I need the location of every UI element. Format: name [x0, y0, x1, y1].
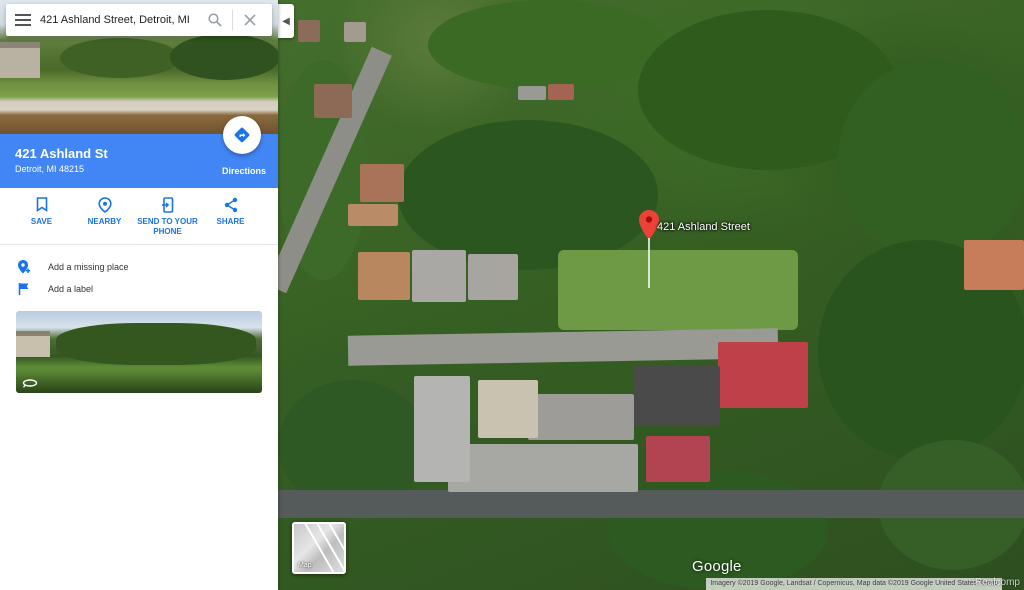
- house-roof: [718, 342, 808, 408]
- directions-label[interactable]: Directions: [222, 166, 266, 176]
- street-view-360-icon: [22, 379, 38, 388]
- building-roof: [528, 394, 634, 440]
- house-roof: [314, 84, 352, 118]
- directions-button[interactable]: [223, 116, 261, 154]
- bookmark-icon: [10, 197, 73, 213]
- house-roof: [358, 252, 410, 300]
- nearby-button[interactable]: NEARBY: [73, 188, 136, 244]
- house-roof: [298, 20, 320, 42]
- house-roof: [518, 86, 546, 100]
- nearby-label: NEARBY: [87, 217, 122, 226]
- street-view-thumbnail[interactable]: [16, 311, 262, 393]
- send-to-phone-button[interactable]: SEND TO YOUR PHONE: [136, 188, 199, 244]
- tree-canopy: [398, 120, 658, 270]
- close-icon[interactable]: [233, 4, 267, 36]
- satellite-map[interactable]: 421 Ashland Street ◀ Map Google Imagery …: [278, 0, 1024, 590]
- directions-icon: [234, 127, 250, 143]
- house-roof: [646, 436, 710, 482]
- realcomp-watermark: Realcomp: [974, 577, 1020, 588]
- add-label-label: Add a label: [48, 284, 94, 294]
- place-panel: 421 Ashland St Detroit, MI 48215 Directi…: [0, 0, 278, 590]
- nearby-icon: [73, 197, 136, 213]
- pin-label[interactable]: 421 Ashland Street: [657, 221, 750, 233]
- parking-lot: [478, 380, 538, 438]
- hero-tree: [60, 38, 180, 78]
- map-toggle-label: Map: [298, 562, 312, 569]
- tree-canopy: [428, 0, 668, 90]
- search-icon[interactable]: [198, 4, 232, 36]
- add-label-row[interactable]: Add a label: [0, 279, 278, 299]
- alley-road: [278, 490, 1024, 518]
- tree-canopy: [838, 60, 1024, 260]
- google-logo: Google: [692, 558, 742, 575]
- building-roof: [414, 376, 470, 482]
- search-box[interactable]: [6, 4, 272, 36]
- chevron-left-icon: ◀: [282, 15, 290, 27]
- save-label: SAVE: [30, 217, 53, 226]
- house-roof: [634, 366, 720, 426]
- house-roof: [468, 254, 518, 300]
- pin-stem: [648, 238, 650, 288]
- send-to-phone-icon: [136, 197, 199, 213]
- collapse-panel-button[interactable]: ◀: [278, 4, 294, 38]
- share-icon: [199, 197, 262, 213]
- hero-tree: [170, 34, 278, 80]
- menu-icon[interactable]: [6, 4, 40, 36]
- map-layer-toggle[interactable]: Map: [292, 522, 346, 574]
- house-roof: [360, 164, 404, 202]
- house-roof: [548, 84, 574, 100]
- map-attribution[interactable]: Imagery ©2019 Google, Landsat / Copernic…: [706, 578, 1002, 590]
- flag-icon: [0, 282, 48, 296]
- place-address: Detroit, MI 48215: [15, 164, 85, 174]
- ashland-street-road: [347, 328, 779, 366]
- building-roof: [448, 444, 638, 492]
- search-input[interactable]: [40, 5, 198, 35]
- save-button[interactable]: SAVE: [10, 188, 73, 244]
- map-pin-icon[interactable]: [639, 210, 659, 240]
- house-roof: [348, 204, 398, 226]
- place-title: 421 Ashland St: [15, 146, 108, 161]
- add-missing-place-row[interactable]: Add a missing place: [0, 257, 278, 277]
- sv-house: [16, 331, 50, 357]
- share-button[interactable]: SHARE: [199, 188, 262, 244]
- hero-house: [0, 42, 40, 78]
- add-place-icon: [0, 259, 48, 275]
- place-actions: SAVE NEARBY SEND TO YOUR PHONE SHARE: [0, 188, 278, 244]
- divider: [0, 244, 278, 245]
- sv-trees: [56, 323, 256, 365]
- house-roof: [344, 22, 366, 42]
- add-missing-place-label: Add a missing place: [48, 262, 129, 272]
- share-label: SHARE: [216, 217, 245, 226]
- house-roof: [964, 240, 1024, 290]
- sv-shade: [16, 371, 262, 393]
- vacant-lot: [558, 250, 798, 330]
- send-to-phone-label: SEND TO YOUR PHONE: [137, 217, 198, 236]
- house-roof: [412, 250, 466, 302]
